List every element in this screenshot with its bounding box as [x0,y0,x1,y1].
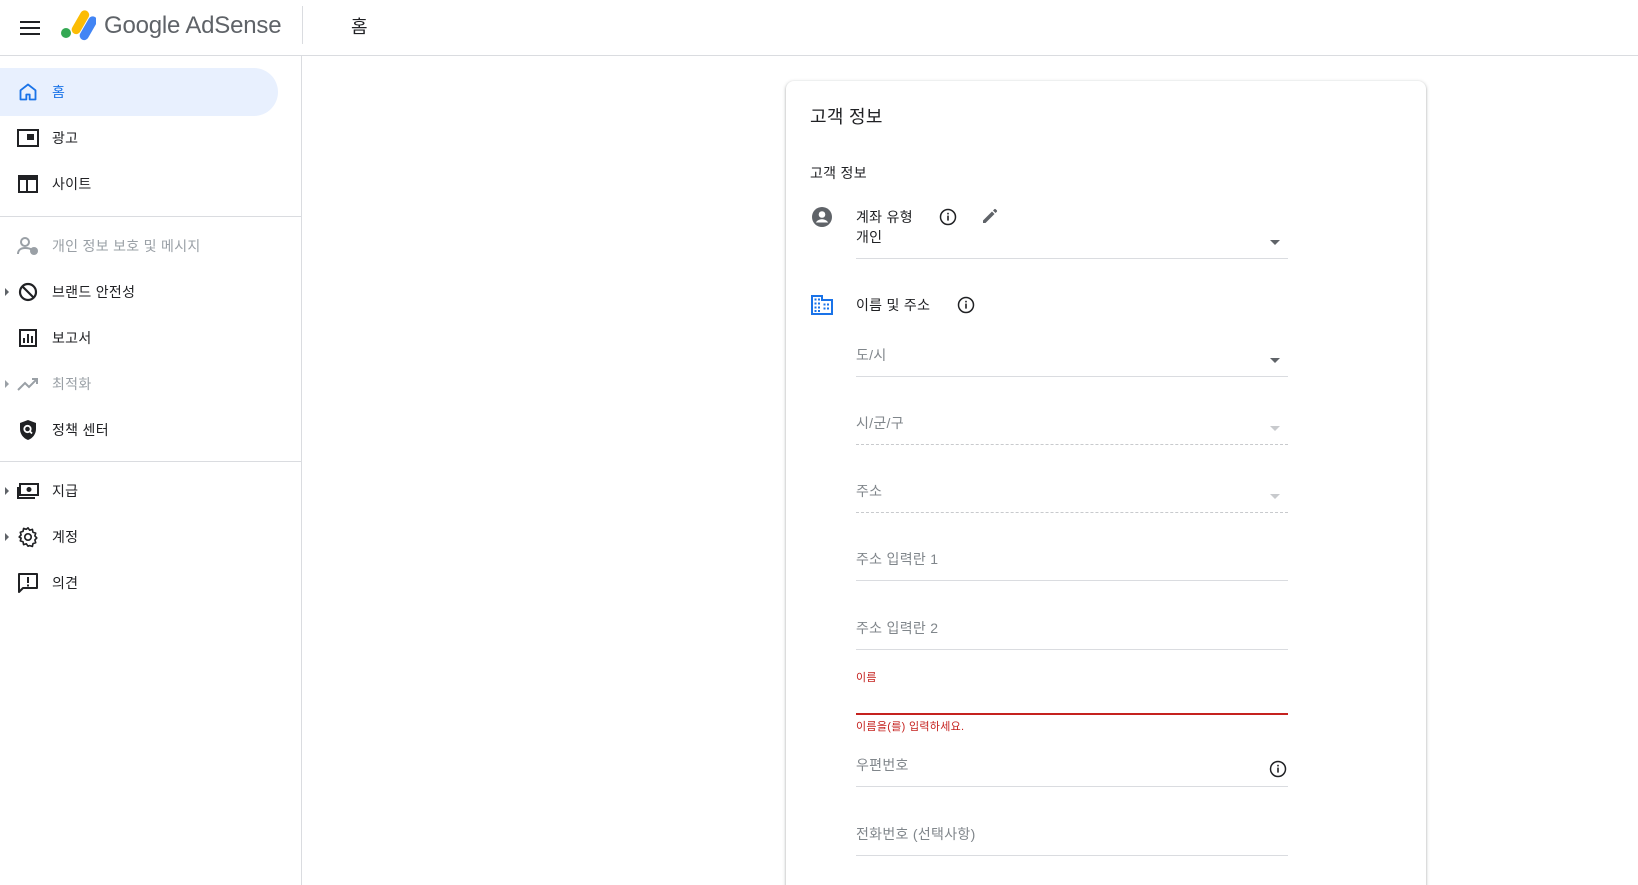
sites-icon [16,172,40,196]
phone-placeholder: 전화번호 (선택사항) [856,826,976,842]
phone-input[interactable]: 전화번호 (선택사항) [856,816,1288,856]
sidebar: 홈 광고 사이트 개인 정보 보호 및 메시지 브랜드 안전성 보고서 최적화 … [0,56,302,885]
dropdown-arrow-icon [1270,240,1280,245]
sidebar-item-brand-safety[interactable]: 브랜드 안전성 [0,268,278,316]
sidebar-item-label: 의견 [52,575,79,591]
sidebar-item-label: 지급 [52,483,79,499]
name-input[interactable]: 이름 [856,661,1288,715]
field-underline [856,649,1288,650]
sidebar-divider [0,461,301,462]
address-placeholder: 주소 [856,483,883,499]
sidebar-item-ads[interactable]: 광고 [0,114,278,162]
sidebar-item-label: 보고서 [52,330,92,346]
sidebar-item-label: 최적화 [52,376,92,392]
address-line1-input[interactable]: 주소 입력란 1 [856,541,1288,581]
top-app-bar: Google AdSense 홈 [0,0,1638,56]
feedback-icon [16,571,40,595]
sidebar-item-label: 개인 정보 보호 및 메시지 [52,238,201,254]
ads-icon [16,126,40,150]
sidebar-item-label: 정책 센터 [52,422,109,438]
card-title: 고객 정보 [810,107,883,127]
account-circle-icon [810,205,834,229]
expand-arrow-icon [5,380,9,388]
city-select[interactable]: 시/군/구 [856,405,1288,445]
info-icon[interactable] [1268,759,1288,779]
field-underline-error [856,713,1288,715]
sidebar-item-home[interactable]: 홈 [0,68,278,116]
field-underline [856,258,1288,259]
field-underline [856,786,1288,787]
address-line1-placeholder: 주소 입력란 1 [856,551,939,567]
address-select[interactable]: 주소 [856,473,1288,513]
name-label: 이름 [856,672,877,684]
sidebar-item-label: 사이트 [52,176,92,192]
payments-icon [16,479,40,503]
field-underline [856,376,1288,377]
dropdown-arrow-icon [1270,426,1280,431]
account-type-select[interactable]: 개인 [856,219,1288,259]
reports-icon [16,326,40,350]
name-error-message: 이름을(를) 입력하세요. [856,721,965,733]
expand-arrow-icon [5,533,9,541]
gear-icon [16,525,40,549]
sidebar-item-label: 홈 [52,84,66,100]
dropdown-arrow-icon [1270,494,1280,499]
sidebar-item-policy-center[interactable]: 정책 센터 [0,406,278,454]
field-underline [856,512,1288,513]
expand-arrow-icon [5,288,9,296]
city-placeholder: 시/군/구 [856,415,904,431]
province-placeholder: 도/시 [856,347,887,363]
province-select[interactable]: 도/시 [856,337,1288,377]
sidebar-divider [0,216,301,217]
sidebar-item-feedback[interactable]: 의견 [0,559,278,607]
sidebar-item-label: 브랜드 안전성 [52,284,136,300]
sidebar-item-payments[interactable]: 지급 [0,467,278,515]
sidebar-item-reports[interactable]: 보고서 [0,314,278,362]
account-type-value: 개인 [856,229,883,245]
sidebar-item-account[interactable]: 계정 [0,513,278,561]
address-line2-input[interactable]: 주소 입력란 2 [856,610,1288,650]
adsense-logo-icon [60,9,98,41]
sidebar-item-label: 광고 [52,130,79,146]
page-title: 홈 [351,17,368,37]
name-address-label: 이름 및 주소 [856,297,931,313]
address-line2-placeholder: 주소 입력란 2 [856,620,939,636]
dropdown-arrow-icon [1270,358,1280,363]
block-icon [16,280,40,304]
postal-code-input[interactable]: 우편번호 [856,747,1288,787]
field-underline [856,855,1288,856]
sidebar-item-privacy[interactable]: 개인 정보 보호 및 메시지 [0,222,278,270]
building-icon [810,293,834,317]
postal-code-placeholder: 우편번호 [856,757,909,773]
section-title: 고객 정보 [810,165,867,181]
privacy-icon [16,234,40,258]
policy-icon [16,418,40,442]
sidebar-item-sites[interactable]: 사이트 [0,160,278,208]
expand-arrow-icon [5,487,9,495]
info-icon[interactable] [956,295,976,315]
top-divider [302,6,303,44]
menu-icon[interactable] [14,12,46,44]
field-underline [856,444,1288,445]
customer-info-card: 고객 정보 고객 정보 계좌 유형 개인 이름 및 주소 도/시 시/군/구 주… [786,81,1426,885]
home-icon [16,80,40,104]
brand-name: Google AdSense [104,12,282,39]
trending-icon [16,372,40,396]
sidebar-item-optimization[interactable]: 최적화 [0,360,278,408]
sidebar-item-label: 계정 [52,529,79,545]
field-underline [856,580,1288,581]
